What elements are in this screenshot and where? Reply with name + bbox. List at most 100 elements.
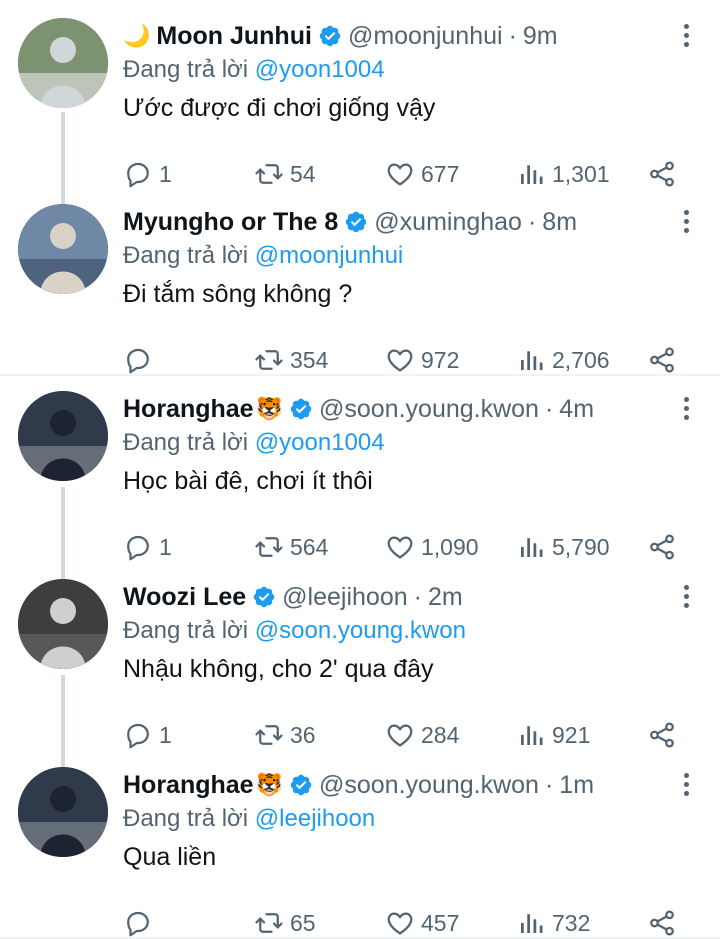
reply-button[interactable]: 1 — [123, 156, 172, 192]
more-vertical-icon[interactable] — [676, 393, 696, 423]
timestamp[interactable]: 8m — [542, 208, 577, 237]
more-vertical-icon[interactable] — [676, 581, 696, 611]
share-button[interactable] — [647, 717, 677, 753]
share-icon — [650, 347, 674, 373]
handle[interactable]: @leejihoon — [282, 583, 407, 612]
avatar[interactable] — [18, 767, 108, 857]
retweet-icon — [255, 164, 283, 184]
mention-link[interactable]: @yoon1004 — [255, 429, 385, 456]
like-count: 677 — [421, 160, 460, 187]
timestamp[interactable]: 1m — [559, 771, 594, 800]
retweet-button[interactable]: 65 — [254, 905, 316, 939]
tweet-text: Học bài đê, chơi ít thôi — [123, 467, 373, 495]
like-count: 284 — [421, 721, 460, 748]
handle[interactable]: @soon.young.kwon — [319, 771, 539, 800]
avatar-image — [18, 18, 108, 108]
views-button[interactable]: 921 — [516, 717, 590, 753]
separator-dot: · — [527, 207, 537, 236]
more-vertical-icon[interactable] — [676, 20, 696, 50]
avatar[interactable] — [18, 579, 108, 669]
retweet-count: 564 — [290, 533, 329, 560]
like-count: 1,090 — [421, 533, 479, 560]
mention-link[interactable]: @yoon1004 — [255, 56, 385, 83]
replying-to: Đang trả lời @yoon1004 — [123, 429, 385, 457]
like-button[interactable]: 972 — [385, 342, 459, 378]
retweet-button[interactable]: 36 — [254, 717, 316, 753]
avatar[interactable] — [18, 204, 108, 294]
avatar-image — [18, 204, 108, 294]
display-name[interactable]: Myungho or The 8 — [123, 208, 338, 237]
tweet-text: Nhậu không, cho 2' qua đây — [123, 655, 434, 683]
verified-badge-icon — [346, 211, 367, 233]
timestamp[interactable]: 9m — [523, 22, 558, 51]
share-button[interactable] — [647, 529, 677, 565]
action-bar: 1 54 677 1,301 — [123, 156, 693, 192]
like-button[interactable]: 457 — [385, 905, 459, 939]
reply-button[interactable]: 1 — [123, 717, 172, 753]
handle[interactable]: @xuminghao — [374, 208, 522, 237]
reply-count: 1 — [159, 160, 172, 187]
views-button[interactable]: 1,301 — [516, 156, 610, 192]
timestamp[interactable]: 2m — [428, 583, 463, 612]
retweet-count: 65 — [290, 909, 316, 936]
verified-badge-icon — [290, 774, 312, 796]
verified-badge-icon — [290, 398, 312, 420]
views-icon — [521, 351, 543, 370]
retweet-count: 36 — [290, 721, 316, 748]
thread-line — [61, 112, 65, 204]
heart-icon — [387, 912, 413, 935]
reply-button[interactable] — [123, 342, 159, 378]
like-count: 457 — [421, 909, 460, 936]
retweet-count: 354 — [290, 346, 329, 373]
retweet-icon — [255, 350, 283, 370]
reply-button[interactable]: 1 — [123, 529, 172, 565]
share-button[interactable] — [647, 905, 677, 939]
more-vertical-icon[interactable] — [676, 206, 696, 236]
retweet-button[interactable]: 354 — [254, 342, 328, 378]
retweet-button[interactable]: 564 — [254, 529, 328, 565]
mention-link[interactable]: @soon.young.kwon — [255, 617, 466, 644]
replying-to-label: Đang trả lời — [123, 429, 249, 456]
action-bar: 354 972 2,706 — [123, 342, 693, 378]
mention-link[interactable]: @leejihoon — [255, 805, 375, 832]
view-count: 5,790 — [552, 533, 610, 560]
display-name[interactable]: Horanghae — [123, 395, 254, 424]
views-button[interactable]: 5,790 — [516, 529, 610, 565]
like-button[interactable]: 1,090 — [385, 529, 479, 565]
display-name[interactable]: Horanghae — [123, 771, 254, 800]
more-vertical-icon[interactable] — [676, 769, 696, 799]
retweet-button[interactable]: 54 — [254, 156, 316, 192]
display-name[interactable]: Woozi Lee — [123, 583, 246, 612]
timestamp[interactable]: 4m — [559, 395, 594, 424]
action-bar: 65 457 732 — [123, 905, 693, 939]
avatar[interactable] — [18, 391, 108, 481]
name-emoji: 🌙 — [123, 23, 151, 48]
heart-icon — [387, 536, 413, 559]
view-count: 2,706 — [552, 346, 610, 373]
replying-to-label: Đang trả lời — [123, 805, 249, 832]
avatar-image — [18, 767, 108, 857]
tweet-text: Ước được đi chơi giống vậy — [123, 94, 436, 122]
views-icon — [521, 726, 543, 745]
handle[interactable]: @soon.young.kwon — [319, 395, 539, 424]
display-name[interactable]: Moon Junhui — [156, 22, 312, 51]
replying-to: Đang trả lời @moonjunhui — [123, 242, 403, 270]
separator-dot: · — [544, 770, 554, 799]
tweet-header: Woozi Lee @leejihoon · 2m — [123, 579, 463, 615]
share-button[interactable] — [647, 342, 677, 378]
reply-count: 1 — [159, 721, 172, 748]
views-button[interactable]: 732 — [516, 905, 590, 939]
avatar[interactable] — [18, 18, 108, 108]
like-button[interactable]: 284 — [385, 717, 459, 753]
handle[interactable]: @moonjunhui — [348, 22, 503, 51]
view-count: 1,301 — [552, 160, 610, 187]
share-button[interactable] — [647, 156, 677, 192]
views-button[interactable]: 2,706 — [516, 342, 610, 378]
like-button[interactable]: 677 — [385, 156, 459, 192]
avatar-image — [18, 579, 108, 669]
like-count: 972 — [421, 346, 460, 373]
reply-button[interactable] — [123, 905, 159, 939]
mention-link[interactable]: @moonjunhui — [255, 242, 403, 269]
tweet-text: Đi tắm sông không ? — [123, 280, 353, 308]
heart-icon — [387, 349, 413, 372]
